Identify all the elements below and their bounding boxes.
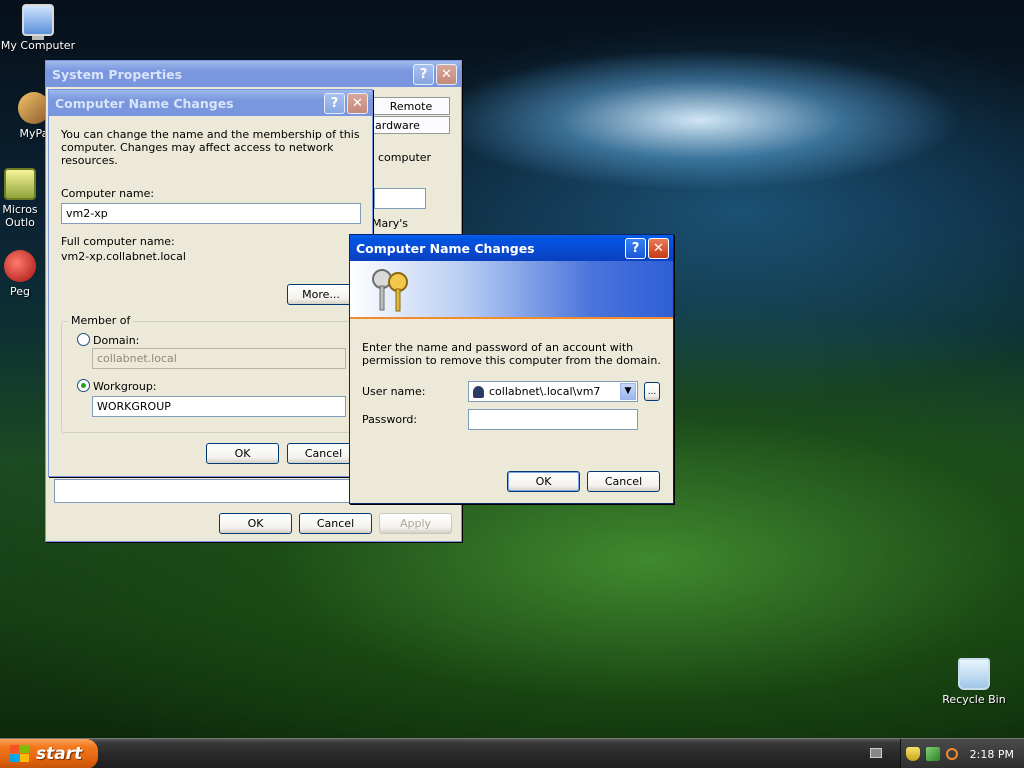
cancel-button[interactable]: Cancel <box>587 471 660 492</box>
username-value: collabnet\.local\vm7 <box>489 385 601 398</box>
desktop-icon-peg[interactable]: Peg <box>0 250 46 298</box>
recycle-bin-icon <box>958 658 990 690</box>
credentials-titlebar[interactable]: Computer Name Changes ? ✕ <box>350 235 673 261</box>
close-button[interactable]: ✕ <box>347 92 368 114</box>
pegasus-icon <box>4 250 36 282</box>
computer-name-input[interactable]: vm2-xp <box>61 203 361 224</box>
desktop-icon-label: Peg <box>10 285 30 298</box>
help-button[interactable]: ? <box>413 63 434 85</box>
workgroup-label: Workgroup: <box>93 380 157 393</box>
username-combo[interactable]: collabnet\.local\vm7 ▼ <box>468 381 638 402</box>
ok-button[interactable]: OK <box>219 513 292 534</box>
ok-button[interactable]: OK <box>206 443 279 464</box>
domain-radio[interactable] <box>77 333 90 346</box>
close-button[interactable]: ✕ <box>436 63 457 85</box>
system-tray: 2:18 PM <box>900 739 1024 768</box>
computer-name-label: Computer name: <box>61 187 155 200</box>
intro-text: You can change the name and the membersh… <box>61 128 360 167</box>
desktop-icon-label: Recycle Bin <box>942 693 1006 706</box>
credentials-instructions: Enter the name and password of an accoun… <box>362 341 661 367</box>
outlook-icon <box>4 168 36 200</box>
credentials-dialog[interactable]: Computer Name Changes ? ✕ Enter the name… <box>349 234 674 504</box>
desktop-icon-label: Micros Outlo <box>2 203 38 229</box>
keys-icon <box>372 269 408 312</box>
partial-bottom-field <box>54 479 354 503</box>
search-icon[interactable] <box>945 748 958 760</box>
start-label: start <box>36 744 83 764</box>
member-of-label: Member of <box>68 314 134 327</box>
desktop-icon-recycle-bin[interactable]: Recycle Bin <box>936 658 1012 706</box>
windows-logo-icon <box>10 745 30 763</box>
help-button[interactable]: ? <box>324 92 345 114</box>
full-name-label: Full computer name: <box>61 235 175 248</box>
apply-button[interactable]: Apply <box>379 513 452 534</box>
network-icon[interactable] <box>925 747 940 761</box>
partial-computer-text: computer <box>378 151 432 164</box>
workgroup-input[interactable]: WORKGROUP <box>92 396 346 417</box>
keyboard-icon[interactable] <box>870 748 882 758</box>
ok-button[interactable]: OK <box>507 471 580 492</box>
partial-input[interactable] <box>374 188 426 209</box>
username-label: User name: <box>362 385 426 398</box>
desktop-icon-outlook[interactable]: Micros Outlo <box>0 168 46 229</box>
password-label: Password: <box>362 413 418 426</box>
computer-name-changes-window[interactable]: Computer Name Changes ? ✕ You can change… <box>48 89 373 477</box>
computer-icon <box>22 4 54 40</box>
more-button[interactable]: More... <box>287 284 355 305</box>
domain-label: Domain: <box>93 334 140 347</box>
browse-users-button[interactable]: ... <box>644 382 660 401</box>
taskbar: start 2:18 PM <box>0 738 1024 768</box>
credentials-banner <box>350 261 673 319</box>
start-button[interactable]: start <box>0 739 98 768</box>
close-button[interactable]: ✕ <box>648 237 669 259</box>
computer-name-changes-titlebar[interactable]: Computer Name Changes ? ✕ <box>49 90 372 116</box>
clock[interactable]: 2:18 PM <box>970 748 1014 761</box>
window-title: System Properties <box>52 66 183 82</box>
workgroup-radio[interactable] <box>77 379 90 392</box>
desktop-icon-label: My Computer <box>0 39 76 52</box>
window-title: Computer Name Changes <box>356 240 535 256</box>
tab-remote[interactable]: Remote <box>372 97 450 115</box>
help-button[interactable]: ? <box>625 237 646 259</box>
partial-mary-text: Mary's <box>372 217 409 230</box>
full-name-value: vm2-xp.collabnet.local <box>61 250 186 263</box>
password-input[interactable] <box>468 409 638 430</box>
cancel-button[interactable]: Cancel <box>299 513 372 534</box>
tab-hardware[interactable]: ardware <box>372 116 450 134</box>
chevron-down-icon[interactable]: ▼ <box>620 383 636 400</box>
domain-input: collabnet.local <box>92 348 346 369</box>
desktop-icon-my-computer[interactable]: My Computer <box>0 4 76 52</box>
security-shield-icon[interactable] <box>905 747 920 761</box>
window-title: Computer Name Changes <box>55 95 234 111</box>
user-icon <box>473 386 484 398</box>
system-properties-titlebar[interactable]: System Properties ? ✕ <box>46 61 461 87</box>
